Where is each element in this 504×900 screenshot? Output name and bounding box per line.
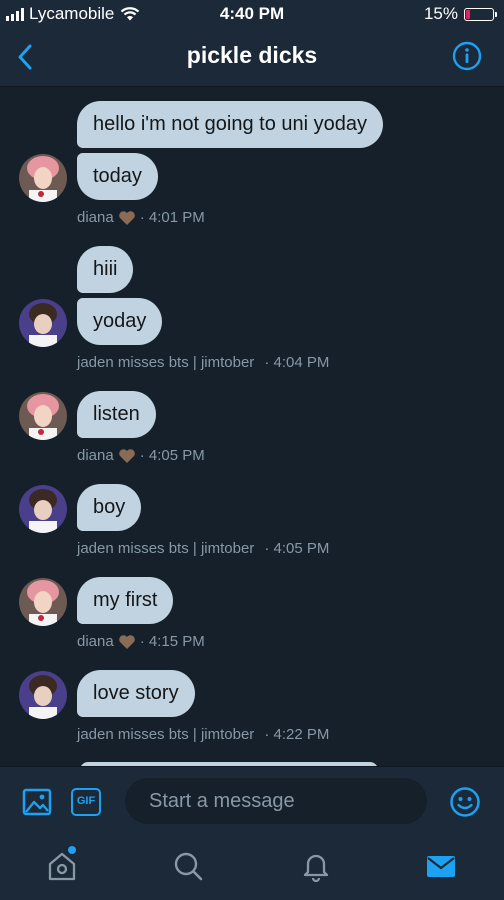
message-time: · 4:04 PM xyxy=(264,354,330,371)
message-time: · 4:22 PM xyxy=(264,726,330,743)
avatar-image xyxy=(19,671,67,719)
avatar[interactable] xyxy=(19,392,67,440)
message-bubble[interactable]: hello i'm not going to uni yoday xyxy=(77,101,383,148)
sender-name: diana xyxy=(77,209,114,226)
message-text: my first xyxy=(93,589,158,611)
gif-icon[interactable]: GIF xyxy=(71,788,101,816)
message-list[interactable]: hello i'm not going to uni yoday today d… xyxy=(0,87,504,766)
avatar-image xyxy=(19,299,67,347)
avatar-image xyxy=(19,392,67,440)
battery-status: 15% xyxy=(423,4,497,24)
status-bar: Lycamobile 4:40 PM 15% xyxy=(0,0,504,28)
notification-dot xyxy=(68,846,76,854)
message-text: today xyxy=(93,165,142,187)
battery-level xyxy=(466,9,470,19)
battery-icon xyxy=(464,7,497,21)
message-time: · 4:05 PM xyxy=(139,447,205,464)
message-text: hello i'm not going to uni yoday xyxy=(93,113,367,135)
message-bubble[interactable]: hiii xyxy=(77,246,134,293)
avatar-image xyxy=(19,578,67,626)
battery-percent: 15% xyxy=(423,4,458,23)
sender-name: diana xyxy=(77,447,114,464)
message-meta: jaden misses bts | jimtober · 4:04 PM xyxy=(77,354,329,371)
message-bubble[interactable]: yoday xyxy=(77,298,163,345)
heart-emoji-icon xyxy=(118,210,135,225)
avatar[interactable] xyxy=(19,485,67,533)
message-bubble[interactable]: today xyxy=(77,153,158,200)
heart-emoji-icon xyxy=(118,634,135,649)
bell-icon[interactable] xyxy=(300,850,332,882)
bottom-tab-bar xyxy=(0,836,504,900)
message-meta: jaden misses bts | jimtober · 4:05 PM xyxy=(77,540,329,557)
gif-label: GIF xyxy=(76,795,96,807)
message-composer: GIF Start a message xyxy=(0,766,504,837)
mail-icon[interactable] xyxy=(425,850,457,882)
avatar[interactable] xyxy=(19,671,67,719)
message-text: hiii xyxy=(93,258,118,280)
conversation-header: pickle dicks xyxy=(0,28,504,87)
message-text: yoday xyxy=(93,310,147,332)
message-meta: jaden misses bts | jimtober · 4:22 PM xyxy=(77,726,329,743)
message-bubble[interactable]: boy xyxy=(77,484,142,531)
avatar[interactable] xyxy=(19,578,67,626)
message-time: · 4:01 PM xyxy=(139,209,205,226)
info-icon[interactable] xyxy=(452,41,482,71)
message-text: listen xyxy=(93,403,140,425)
heart-emoji-icon xyxy=(118,448,135,463)
sender-name: diana xyxy=(77,633,114,650)
home-icon[interactable] xyxy=(46,850,78,882)
sender-name: jaden misses bts | jimtober xyxy=(77,354,255,371)
message-meta: diana · 4:05 PM xyxy=(77,447,205,464)
emoji-icon[interactable] xyxy=(449,786,481,818)
avatar-image xyxy=(19,485,67,533)
message-bubble[interactable]: listen xyxy=(77,391,156,438)
message-text: love story xyxy=(93,682,179,704)
message-meta: diana · 4:15 PM xyxy=(77,633,205,650)
message-time: · 4:15 PM xyxy=(139,633,205,650)
message-bubble[interactable]: my first xyxy=(77,577,174,624)
message-meta: diana · 4:01 PM xyxy=(77,209,205,226)
search-icon[interactable] xyxy=(172,850,204,882)
message-input-placeholder: Start a message xyxy=(149,790,295,812)
avatar-image xyxy=(19,154,67,202)
sender-name: jaden misses bts | jimtober xyxy=(77,726,255,743)
sender-name: jaden misses bts | jimtober xyxy=(77,540,255,557)
conversation-title[interactable]: pickle dicks xyxy=(0,42,504,69)
message-bubble[interactable]: love story xyxy=(77,670,195,717)
image-icon[interactable] xyxy=(22,787,52,817)
message-text: boy xyxy=(93,496,126,518)
avatar[interactable] xyxy=(19,154,67,202)
message-time: · 4:05 PM xyxy=(264,540,330,557)
avatar[interactable] xyxy=(19,299,67,347)
message-input[interactable]: Start a message xyxy=(125,778,427,824)
